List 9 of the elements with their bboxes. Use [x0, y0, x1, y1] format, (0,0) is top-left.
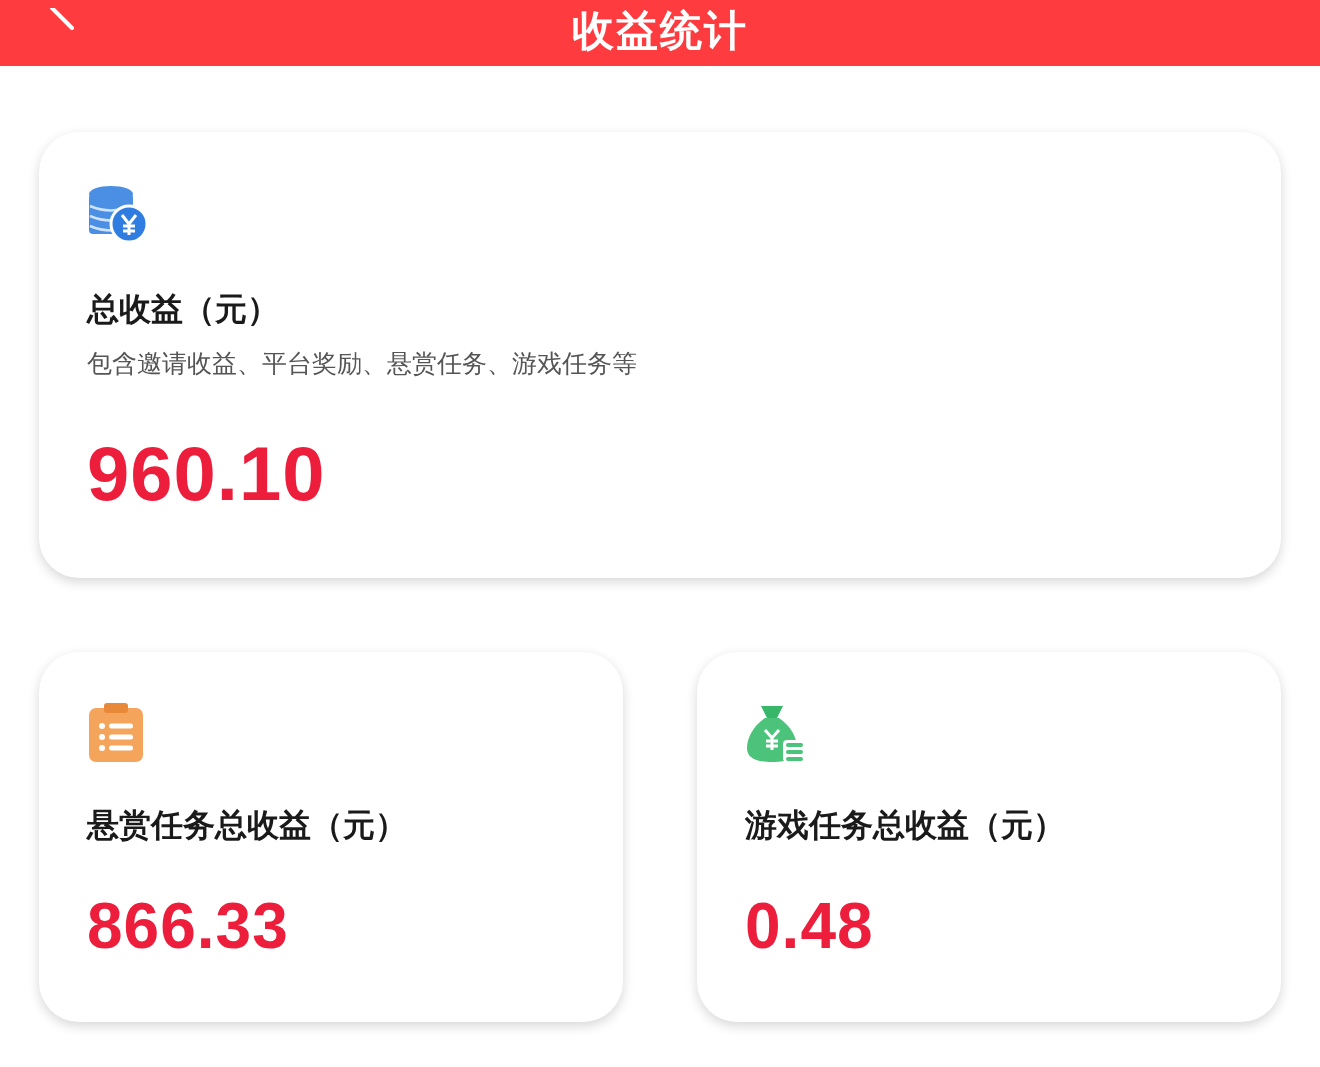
stat-amount: 960.10 [87, 436, 326, 512]
stat-title: 悬赏任务总收益（元） [87, 805, 408, 846]
stat-amount: 0.48 [745, 894, 874, 958]
clipboard-list-icon [87, 702, 145, 764]
stat-amount: 866.33 [87, 894, 289, 958]
stat-title: 总收益（元） [87, 289, 280, 330]
stat-description: 包含邀请收益、平台奖励、悬赏任务、游戏任务等 [87, 348, 638, 380]
page-title: 收益统计 [572, 6, 748, 57]
stat-title: 游戏任务总收益（元） [745, 805, 1066, 846]
